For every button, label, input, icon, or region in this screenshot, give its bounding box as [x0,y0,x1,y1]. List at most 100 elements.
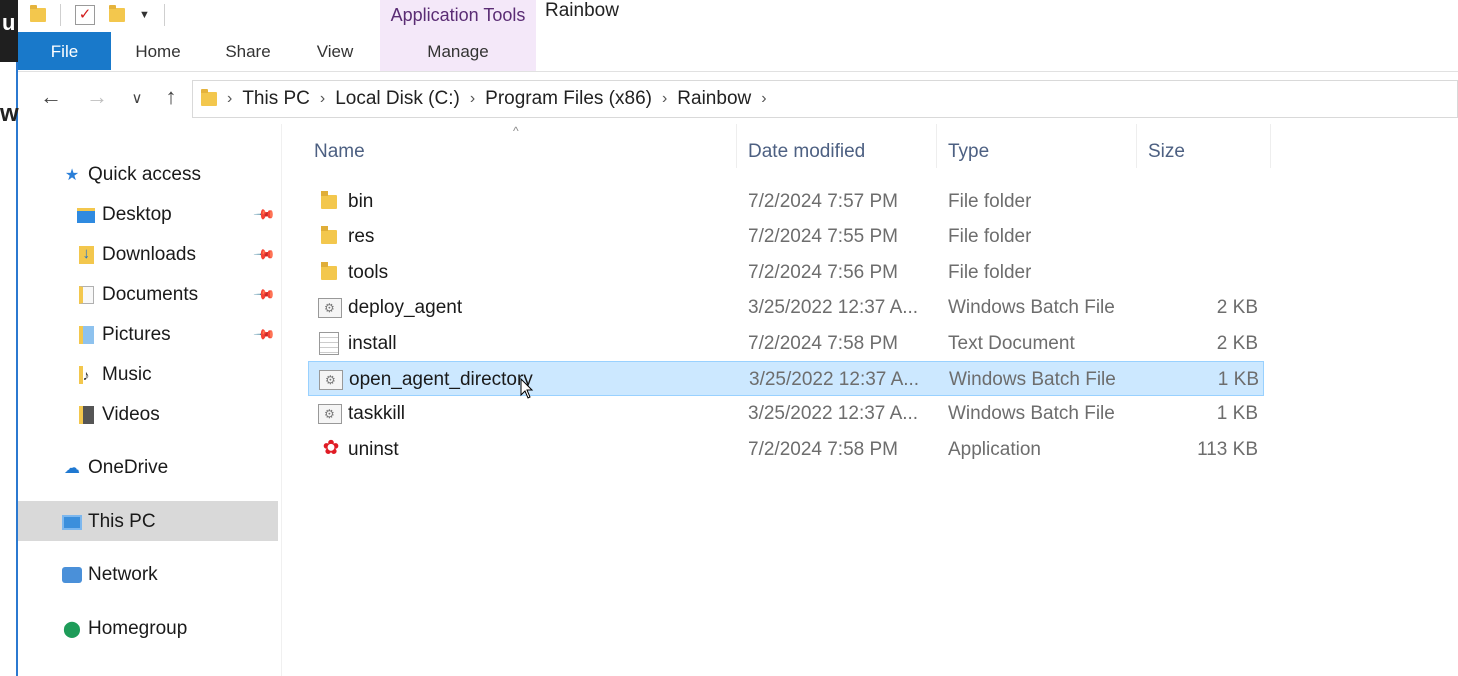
column-header-type[interactable]: Type [934,138,1134,166]
quick-access-toolbar: ✓ ▼ [18,0,380,30]
window-title: Rainbow [545,0,619,21]
star-icon: ★ [64,167,80,184]
videos-icon [78,406,94,424]
back-arrow-icon[interactable]: ← [36,84,66,110]
nav-item-label: Documents [102,284,199,305]
file-row[interactable]: taskkill 3/25/2022 12:37 A... Windows Batc… [308,396,1264,432]
file-type: Application [948,438,1041,460]
up-arrow-icon[interactable]: ↑ [156,84,186,110]
text-document-icon [319,331,339,355]
tab-file[interactable]: File [18,32,111,70]
tab-manage[interactable]: Manage [380,32,536,70]
nav-item-downloads[interactable]: Downloads [76,237,196,273]
nav-item-label: Quick access [88,164,201,185]
file-type: Text Document [948,332,1075,354]
nav-item-homegroup[interactable]: ⬤ Homegroup [62,611,187,647]
mouse-cursor-icon [520,378,534,399]
file-row[interactable]: res 7/2/2024 7:55 PM File folder [308,219,1264,254]
file-type: File folder [948,191,1032,212]
file-type: File folder [948,226,1032,248]
nav-item-videos[interactable]: Videos [76,397,160,433]
chevron-right-icon[interactable]: › [662,90,667,108]
forward-arrow-icon[interactable]: → [82,84,112,110]
nav-item-quick-access[interactable]: ★ Quick access [62,157,201,193]
file-type: Windows Batch File [949,369,1116,390]
file-name: res [348,226,375,248]
desktop-icon [77,207,95,223]
folder-icon [30,5,46,22]
file-date-modified: 7/2/2024 7:56 PM [748,261,898,283]
chevron-right-icon[interactable]: › [761,90,766,108]
chevron-right-icon[interactable]: › [470,90,475,108]
batch-file-icon [318,397,342,432]
ribbon-tabs: File Home Share View Manage [18,32,1458,72]
pin-icon[interactable]: 📌 [253,202,277,226]
new-folder-icon[interactable] [109,5,125,22]
navigation-bar: ← → ∨ ↑ › This PC › Local Disk (C:) › Pr… [18,78,1458,122]
breadcrumb-rainbow[interactable]: Rainbow [677,88,751,110]
file-row[interactable]: open_agent_directory 3/25/2022 12:37 A...… [308,361,1264,398]
pictures-icon [78,326,94,344]
nav-item-this-pc[interactable]: This PC [62,504,156,540]
nav-item-music[interactable]: ♪ Music [76,357,152,393]
properties-check-icon[interactable]: ✓ [75,5,95,25]
nav-item-documents[interactable]: Documents [76,277,198,313]
address-bar[interactable]: › This PC › Local Disk (C:) › Program Fi… [192,80,1458,118]
background-window-glyph: u [2,10,16,35]
column-divider[interactable] [1270,124,1271,168]
nav-item-label: Pictures [102,324,171,345]
column-header-date-modified[interactable]: Date modified [734,138,934,166]
breadcrumb-this-pc[interactable]: This PC [242,88,310,110]
tab-share[interactable]: Share [208,32,288,70]
toolbar-divider [60,4,61,26]
toolbar-divider [163,4,165,26]
downloads-icon [78,245,94,264]
file-row[interactable]: deploy_agent 3/25/2022 12:37 A... Windows … [308,290,1264,326]
file-name: taskkill [348,403,406,425]
chevron-right-icon[interactable]: › [227,90,232,108]
nav-item-label: Downloads [102,244,196,265]
recent-locations-chevron-icon[interactable]: ∨ [122,89,152,107]
file-name: uninst [348,438,399,460]
folder-icon [321,226,337,245]
tab-home[interactable]: Home [118,32,198,70]
chevron-right-icon[interactable]: › [320,90,325,108]
breadcrumb-local-disk[interactable]: Local Disk (C:) [335,88,460,110]
nav-item-desktop[interactable]: Desktop [76,197,172,233]
file-size: 1 KB [1216,403,1258,425]
pin-icon[interactable]: 📌 [253,282,277,306]
file-date-modified: 7/2/2024 7:58 PM [748,332,898,354]
file-row[interactable]: tools 7/2/2024 7:56 PM File folder [308,255,1264,290]
nav-item-pictures[interactable]: Pictures [76,317,171,353]
documents-icon [78,286,94,304]
file-row[interactable]: install 7/2/2024 7:58 PM Text Document 2 KB [308,326,1264,361]
nav-item-label: Homegroup [88,618,188,639]
tab-view[interactable]: View [295,32,375,70]
batch-file-icon [319,363,343,398]
file-list: ^ Name Date modified Type Size bin 7/2/20… [300,124,1458,676]
column-header-name[interactable]: Name [300,138,736,166]
nav-item-network[interactable]: Network [62,557,158,593]
file-date-modified: 7/2/2024 7:58 PM [748,438,898,460]
music-icon: ♪ [78,366,94,384]
file-type: Windows Batch File [948,403,1115,425]
file-date-modified: 7/2/2024 7:55 PM [748,226,898,248]
sort-ascending-caret-icon: ^ [513,124,519,138]
file-size: 113 KB [1197,438,1258,460]
nav-item-label: Network [88,564,158,585]
file-name: deploy_agent [348,297,463,319]
column-header-size[interactable]: Size [1134,138,1264,166]
file-row[interactable]: bin 7/2/2024 7:57 PM File folder [308,184,1264,219]
breadcrumb-program-files[interactable]: Program Files (x86) [485,88,652,110]
homegroup-icon: ⬤ [63,621,81,638]
file-type: Windows Batch File [948,297,1115,319]
address-folder-icon [201,89,217,106]
customize-toolbar-dropdown-icon[interactable]: ▼ [139,9,150,21]
file-name: open_agent_directory [349,369,533,390]
file-row[interactable]: ✿ uninst 7/2/2024 7:58 PM Application 113 KB [308,432,1264,467]
nav-item-onedrive[interactable]: ☁ OneDrive [62,450,168,486]
file-size: 2 KB [1216,297,1258,319]
pin-icon[interactable]: 📌 [253,322,277,346]
pin-icon[interactable]: 📌 [253,242,277,266]
folder-icon [321,191,337,209]
